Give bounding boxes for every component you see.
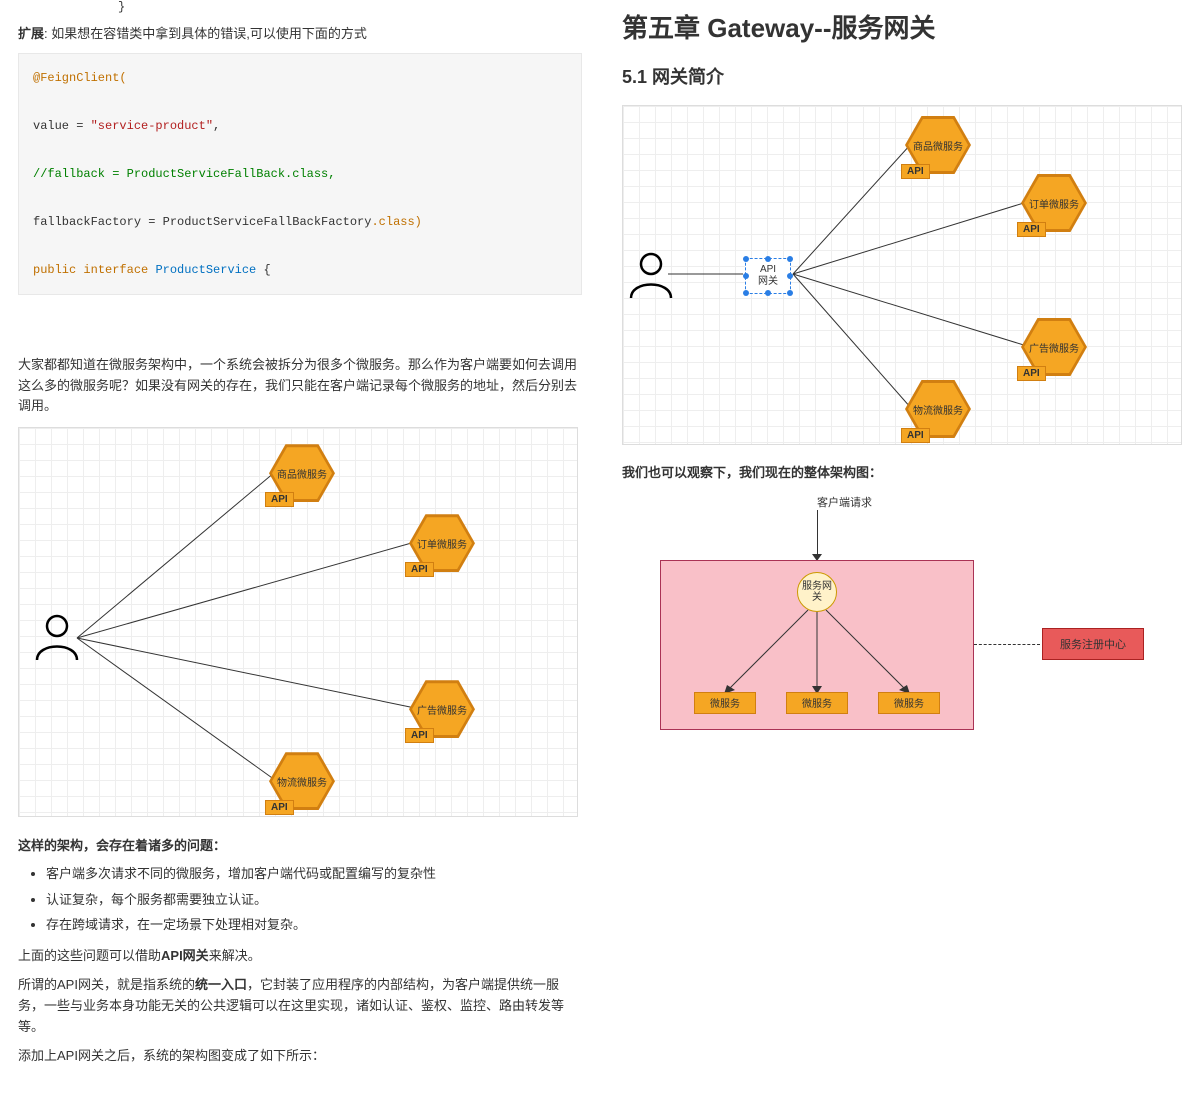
code-block: @FeignClient( value = "service-product",… bbox=[18, 53, 582, 295]
client-request-label: 客户端请求 bbox=[817, 494, 872, 510]
section-title: 5.1 网关简介 bbox=[622, 63, 1186, 89]
issues-heading: 这样的架构，会存在着诸多的问题： bbox=[18, 835, 582, 854]
observe-paragraph: 我们也可以观察下，我们现在的整体架构图： bbox=[622, 463, 1186, 484]
expand-intro: 扩展: 如果想在容错类中拿到具体的错误,可以使用下面的方式 bbox=[18, 24, 582, 45]
api-tag: API bbox=[1017, 222, 1046, 237]
api-gateway-paragraph: 所谓的API网关，就是指系统的统一入口，它封装了应用程序的内部结构，为客户端提供… bbox=[18, 975, 582, 1037]
chapter-title: 第五章 Gateway--服务网关 bbox=[622, 8, 1186, 45]
api-tag: API bbox=[901, 164, 930, 179]
architecture-diagram: 客户端请求 服务网关 微服务 微服务 微服务 服务注册中心 bbox=[622, 494, 1158, 739]
no-gateway-diagram: 商品微服务 API 订单微服务 API 广告微服务 API 物流微服务 API bbox=[18, 427, 578, 817]
after-add-paragraph: 添加上API网关之后，系统的架构图变成了如下所示： bbox=[18, 1046, 582, 1067]
client-user-icon bbox=[629, 252, 673, 300]
microservice-box: 微服务 bbox=[786, 692, 848, 714]
api-tag: API bbox=[901, 428, 930, 443]
client-user-icon bbox=[35, 614, 79, 662]
expand-label: 扩展 bbox=[18, 26, 44, 41]
service-registry-box: 服务注册中心 bbox=[1042, 628, 1144, 660]
intro-paragraph: 大家都都知道在微服务架构中，一个系统会被拆分为很多个微服务。那么作为客户端要如何… bbox=[18, 355, 582, 417]
issues-list: 客户端多次请求不同的微服务，增加客户端代码或配置编写的复杂性 认证复杂，每个服务… bbox=[46, 862, 582, 936]
microservice-box: 微服务 bbox=[694, 692, 756, 714]
api-tag: API bbox=[265, 492, 294, 507]
api-tag: API bbox=[1017, 366, 1046, 381]
expand-text: : 如果想在容错类中拿到具体的错误,可以使用下面的方式 bbox=[44, 26, 367, 41]
microservice-box: 微服务 bbox=[878, 692, 940, 714]
gateway-box[interactable]: API网关 bbox=[745, 258, 791, 294]
with-gateway-diagram: API网关 商品微服务 API 订单微服务 API 广告微服务 API 物流微服… bbox=[622, 105, 1182, 445]
list-item: 认证复杂，每个服务都需要独立认证。 bbox=[46, 888, 582, 911]
api-tag: API bbox=[405, 728, 434, 743]
list-item: 客户端多次请求不同的微服务，增加客户端代码或配置编写的复杂性 bbox=[46, 862, 582, 885]
api-tag: API bbox=[405, 562, 434, 577]
code-closing-brace: } bbox=[18, 0, 582, 14]
list-item: 存在跨域请求，在一定场景下处理相对复杂。 bbox=[46, 913, 582, 936]
api-tag: API bbox=[265, 800, 294, 815]
solve-paragraph: 上面的这些问题可以借助API网关来解决。 bbox=[18, 946, 582, 967]
